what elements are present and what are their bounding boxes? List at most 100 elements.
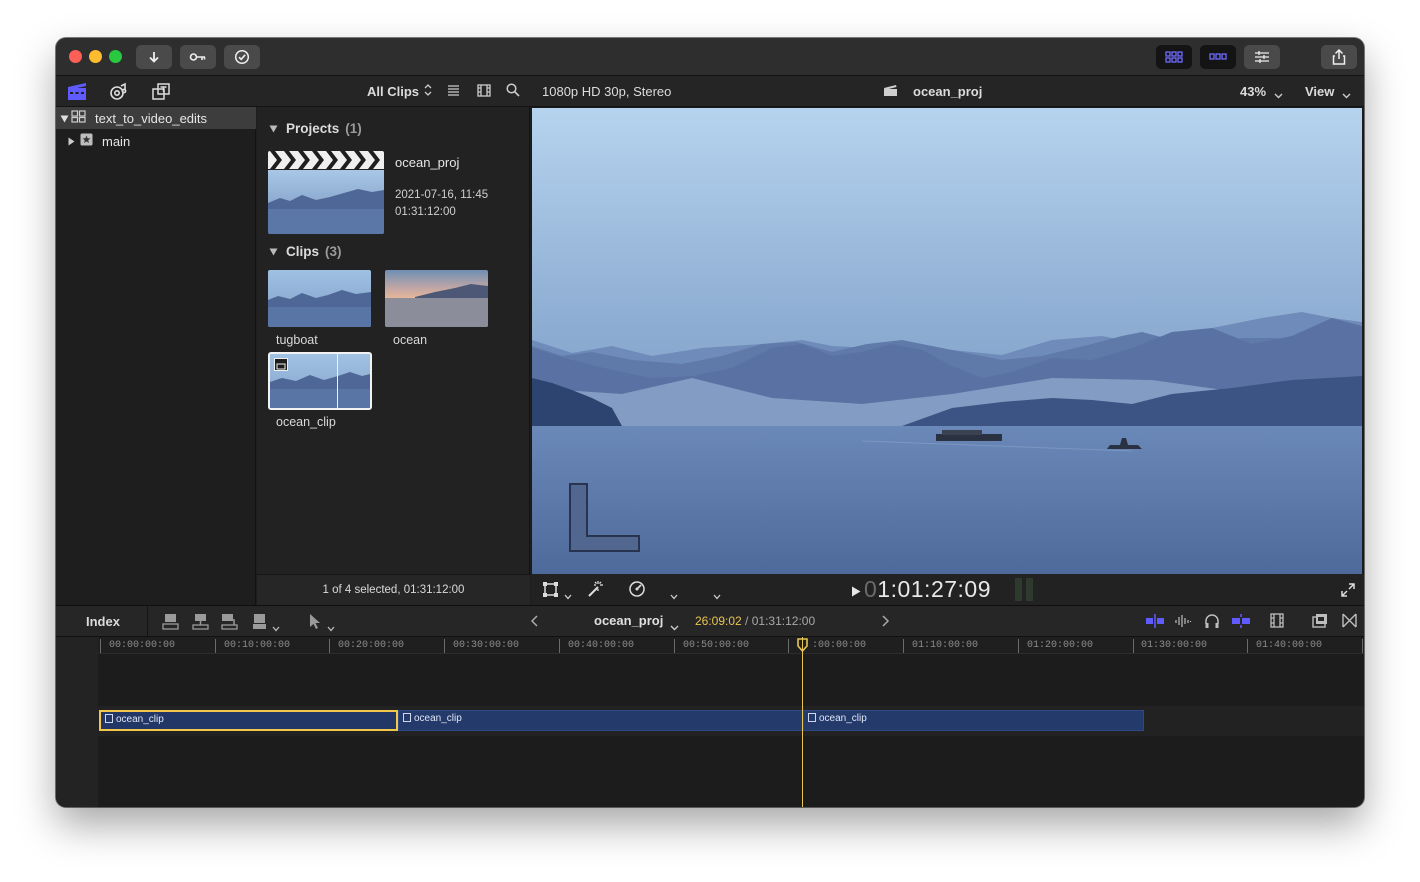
projects-header-label: Projects bbox=[286, 121, 340, 136]
projects-section-header[interactable]: Projects (1) bbox=[269, 121, 362, 136]
disclosure-triangle-icon[interactable] bbox=[68, 134, 76, 149]
clip-thumbnail-tugboat[interactable] bbox=[268, 270, 371, 327]
timeline-ruler[interactable]: 00:00:00:00 00:10:00:00 00:20:00:00 00:3… bbox=[98, 637, 1364, 654]
titles-generators-icon[interactable] bbox=[151, 82, 171, 106]
clip-filter-label[interactable]: All Clips bbox=[367, 84, 419, 99]
media-browser: Projects (1) ocean_proj 2021-07-16, 11:4… bbox=[257, 107, 530, 605]
ruler-tick bbox=[1247, 639, 1248, 653]
timeline-view-icon bbox=[1209, 53, 1227, 60]
background-tasks-icon bbox=[234, 49, 250, 65]
clip-appearance-icon[interactable] bbox=[477, 84, 491, 102]
project-thumbnail[interactable] bbox=[268, 151, 384, 234]
timeline-gutter bbox=[56, 637, 98, 807]
ruler-label: 00:30:00:00 bbox=[453, 640, 520, 651]
close-window-button[interactable] bbox=[69, 50, 82, 63]
clapper-icon bbox=[883, 84, 898, 102]
chevron-down-icon[interactable] bbox=[564, 587, 572, 605]
import-button[interactable] bbox=[136, 45, 172, 69]
zoom-window-button[interactable] bbox=[109, 50, 122, 63]
project-name: ocean_proj bbox=[395, 155, 460, 170]
disclosure-triangle-icon[interactable] bbox=[60, 111, 69, 126]
chevron-down-icon[interactable] bbox=[1274, 86, 1283, 104]
zoom-level[interactable]: 43% bbox=[1240, 84, 1266, 99]
ruler-tick bbox=[788, 639, 789, 653]
append-clip-icon[interactable] bbox=[221, 613, 238, 635]
list-view-icon[interactable] bbox=[447, 84, 460, 102]
disclosure-triangle-icon[interactable] bbox=[269, 244, 278, 259]
solo-headphones-icon[interactable] bbox=[1204, 613, 1220, 634]
library-item[interactable]: text_to_video_edits bbox=[56, 107, 256, 129]
audio-skimming-icon[interactable] bbox=[1174, 613, 1192, 634]
chevron-down-icon[interactable] bbox=[670, 587, 678, 605]
timeline-position: 26:09:02 / 01:31:12:00 bbox=[695, 614, 815, 628]
timeline-toolbar: Index ocean_proj 26:09:02 / 01:31:12:00 bbox=[56, 605, 1364, 637]
event-item[interactable]: main bbox=[56, 130, 256, 152]
browser-viewer-toolbar: All Clips 1080p HD 30p, Stereo ocean_pro… bbox=[56, 76, 1364, 107]
clip-thumbnail-ocean-clip[interactable] bbox=[268, 352, 372, 410]
chevron-down-icon[interactable] bbox=[713, 587, 721, 605]
ruler-tick bbox=[1018, 639, 1019, 653]
ruler-tick bbox=[903, 639, 904, 653]
timeline-clip-label: ocean_clip bbox=[116, 714, 164, 725]
background-tasks-button[interactable] bbox=[224, 45, 260, 69]
projects-count: (1) bbox=[345, 121, 362, 136]
retime-speedometer-icon[interactable] bbox=[628, 580, 646, 603]
timeline-clip[interactable]: ocean_clip bbox=[398, 710, 803, 731]
ruler-tick bbox=[1133, 639, 1134, 653]
ruler-label: 01:10:00:00 bbox=[912, 640, 979, 651]
share-button[interactable] bbox=[1321, 45, 1357, 69]
fullscreen-icon[interactable] bbox=[1341, 583, 1355, 602]
clip-thumbnail-ocean[interactable] bbox=[385, 270, 488, 327]
viewer-project-name: ocean_proj bbox=[913, 84, 983, 99]
ruler-tick bbox=[444, 639, 445, 653]
viewer-video-frame[interactable] bbox=[532, 108, 1362, 574]
transform-icon[interactable] bbox=[542, 581, 559, 603]
back-arrow-icon[interactable] bbox=[530, 614, 539, 632]
magic-wand-icon[interactable] bbox=[586, 580, 604, 603]
skimming-icon[interactable] bbox=[1145, 614, 1165, 633]
browser-view-button[interactable] bbox=[1156, 45, 1192, 69]
chevron-down-icon[interactable] bbox=[327, 619, 335, 637]
compound-clip-icon bbox=[808, 713, 816, 722]
effects-browser-icon[interactable] bbox=[1312, 613, 1328, 633]
transitions-browser-icon[interactable] bbox=[1342, 613, 1357, 633]
select-tool-icon[interactable] bbox=[308, 613, 322, 635]
timeline-index-button[interactable]: Index bbox=[56, 606, 148, 637]
disclosure-triangle-icon[interactable] bbox=[269, 121, 278, 136]
compound-clip-icon bbox=[403, 713, 411, 722]
clip-label-ocean: ocean bbox=[393, 333, 428, 347]
libraries-icon[interactable] bbox=[67, 82, 87, 106]
keywords-button[interactable] bbox=[180, 45, 216, 69]
playhead[interactable] bbox=[802, 637, 803, 807]
browser-view-icon bbox=[1165, 51, 1183, 63]
timeline-clip-label: ocean_clip bbox=[819, 713, 867, 724]
play-icon[interactable] bbox=[851, 584, 861, 602]
compound-clip-icon bbox=[105, 714, 113, 723]
insert-clip-icon[interactable] bbox=[192, 613, 209, 635]
playhead-handle-icon[interactable] bbox=[797, 638, 808, 657]
chevron-down-icon[interactable] bbox=[670, 618, 679, 636]
ruler-tick bbox=[1362, 639, 1363, 653]
connect-clip-icon[interactable] bbox=[162, 613, 179, 635]
ruler-tick bbox=[215, 639, 216, 653]
search-icon[interactable] bbox=[506, 83, 520, 102]
timeline[interactable]: 00:00:00:00 00:10:00:00 00:20:00:00 00:3… bbox=[56, 637, 1364, 807]
timecode-leading-digit: 0 bbox=[864, 576, 878, 602]
timeline-clip[interactable]: ocean_clip bbox=[99, 710, 398, 731]
minimize-window-button[interactable] bbox=[89, 50, 102, 63]
inspector-button[interactable] bbox=[1244, 45, 1280, 69]
clip-appearance-icon[interactable] bbox=[1270, 613, 1284, 633]
updown-chevron-icon[interactable] bbox=[424, 83, 432, 102]
timeline-clip[interactable]: ocean_clip bbox=[803, 710, 1144, 731]
ruler-label: 00:00:00:00 bbox=[109, 640, 176, 651]
view-menu[interactable]: View bbox=[1305, 84, 1334, 99]
overwrite-clip-icon[interactable] bbox=[252, 613, 269, 635]
timeline-project-name[interactable]: ocean_proj bbox=[594, 613, 663, 628]
chevron-down-icon[interactable] bbox=[272, 619, 280, 637]
timeline-view-button[interactable] bbox=[1200, 45, 1236, 69]
clips-section-header[interactable]: Clips (3) bbox=[269, 244, 342, 259]
photos-audio-icon[interactable] bbox=[109, 82, 129, 106]
snapping-icon[interactable] bbox=[1231, 614, 1251, 633]
forward-arrow-icon[interactable] bbox=[881, 614, 890, 632]
chevron-down-icon[interactable] bbox=[1342, 86, 1351, 104]
